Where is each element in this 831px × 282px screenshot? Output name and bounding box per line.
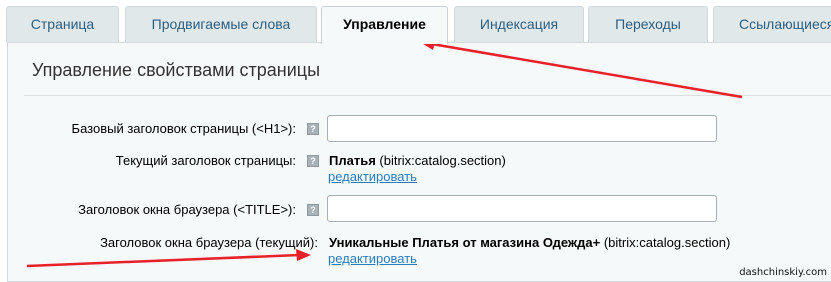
- watermark: dashchinskiy.com: [739, 267, 827, 278]
- arrow-to-current-title: [26, 253, 301, 268]
- tab-management-label: Управление: [343, 16, 426, 32]
- arrow-to-tab: [425, 41, 743, 99]
- arrow-head-current-title: [296, 249, 311, 261]
- tab-management[interactable]: Управление: [321, 6, 448, 44]
